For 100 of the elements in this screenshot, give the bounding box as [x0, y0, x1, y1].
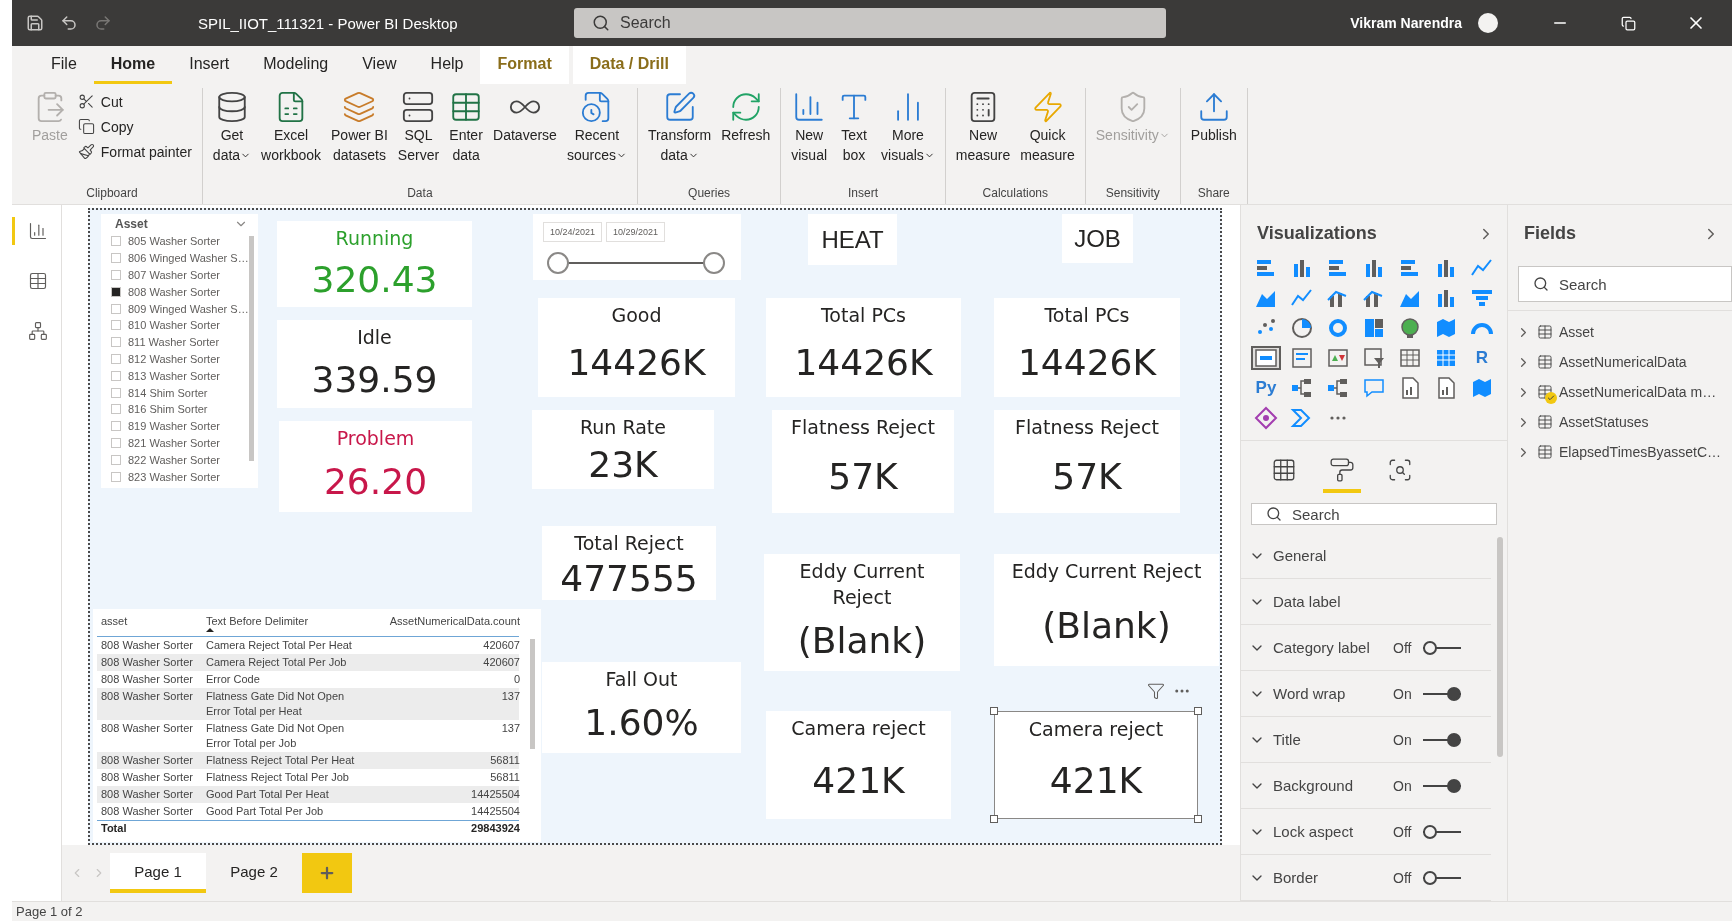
slicer-item[interactable]: 806 Winged Washer S… — [128, 252, 249, 265]
ribbon-button[interactable]: Text box — [833, 88, 876, 186]
card-visual[interactable]: Run Rate 23K — [532, 410, 714, 489]
checkbox[interactable] — [111, 253, 121, 264]
menu-tab[interactable]: View — [345, 46, 414, 84]
ribbon-button[interactable]: Cut — [73, 90, 196, 113]
visual-type-button[interactable]: Py — [1251, 376, 1281, 400]
section-label[interactable]: Category label — [1273, 639, 1393, 656]
slider-handle[interactable] — [547, 252, 569, 274]
field-table-item[interactable]: AssetNumericalData m… — [1559, 384, 1717, 400]
menu-tab[interactable]: File — [34, 46, 94, 84]
card-visual[interactable]: Fall Out 1.60% — [542, 662, 741, 753]
checkbox[interactable] — [111, 471, 121, 482]
card-visual[interactable]: Flatness Reject 57K — [994, 410, 1180, 513]
card-visual[interactable]: Total PCs 14426K — [766, 298, 961, 397]
section-label[interactable]: General — [1273, 547, 1393, 564]
slicer-item[interactable]: 821 Washer Sorter — [128, 436, 220, 449]
toggle-switch[interactable] — [1423, 778, 1461, 793]
search-field[interactable]: Search — [1251, 503, 1497, 525]
toggle-switch[interactable] — [1423, 824, 1461, 839]
checkbox[interactable] — [111, 303, 121, 314]
visual-type-button[interactable]: R — [1467, 346, 1497, 370]
slicer-item[interactable]: 805 Washer Sorter — [128, 235, 220, 248]
slicer-item[interactable]: 814 Shim Sorter — [128, 386, 208, 399]
slicer-item[interactable]: 812 Washer Sorter — [128, 352, 220, 365]
field-table-item[interactable]: Asset — [1559, 324, 1594, 340]
card-visual[interactable]: Problem 26.20 — [279, 421, 472, 512]
checkbox[interactable] — [111, 320, 121, 331]
slicer-item[interactable]: 810 Washer Sorter — [128, 319, 220, 332]
start-date-field[interactable]: 10/24/2021 — [543, 222, 603, 242]
visual-type-button[interactable] — [1251, 346, 1281, 370]
resize-handle[interactable] — [990, 815, 998, 823]
ribbon-button[interactable]: Refresh — [717, 88, 775, 186]
page-tab[interactable]: Page 1 — [110, 853, 206, 893]
card-visual[interactable]: Idle 339.59 — [277, 320, 472, 408]
checkbox[interactable] — [111, 387, 121, 398]
scrollbar[interactable] — [249, 236, 254, 461]
toggle-switch[interactable] — [1423, 870, 1461, 885]
menu-tab[interactable]: Format — [480, 46, 569, 84]
avatar[interactable] — [1478, 13, 1498, 33]
section-label[interactable]: Word wrap — [1273, 685, 1393, 702]
slicer-item[interactable]: 809 Winged Washer S… — [128, 302, 249, 315]
section-label[interactable]: Lock aspect — [1273, 823, 1393, 840]
redo-icon[interactable] — [94, 14, 112, 32]
field-table-item[interactable]: AssetNumericalData — [1559, 354, 1687, 370]
ribbon-button[interactable]: Excel workbook — [257, 88, 326, 186]
add-page-button[interactable] — [302, 853, 352, 893]
column-header[interactable]: asset — [97, 615, 202, 627]
card-visual[interactable]: Flatness Reject 57K — [772, 410, 954, 513]
slicer-item[interactable]: 816 Shim Sorter — [128, 403, 208, 416]
checkbox[interactable] — [111, 437, 121, 448]
ribbon-button[interactable]: Quick measure — [1016, 88, 1079, 186]
card-visual[interactable]: Eddy Current Reject (Blank) — [764, 554, 960, 671]
resize-handle[interactable] — [1194, 707, 1202, 715]
ribbon-button[interactable]: New measure — [951, 88, 1015, 186]
section-label[interactable]: Border — [1273, 869, 1393, 886]
ribbon-button[interactable]: Recent sources — [562, 88, 631, 186]
section-label[interactable]: Data label — [1273, 593, 1393, 610]
slicer-item[interactable]: 813 Washer Sorter — [128, 369, 220, 382]
slicer-item[interactable]: 808 Washer Sorter — [128, 285, 220, 298]
checkbox[interactable] — [111, 370, 121, 381]
section-label[interactable]: Background — [1273, 777, 1393, 794]
slider-handle[interactable] — [703, 252, 725, 274]
checkbox[interactable] — [111, 353, 121, 364]
card-visual[interactable]: Camera reject 421K — [766, 711, 951, 819]
column-header[interactable]: AssetNumericalData.count — [374, 615, 524, 627]
ribbon-button[interactable]: Dataverse — [489, 88, 561, 186]
ribbon-button[interactable]: Format painter — [73, 140, 196, 163]
search-field[interactable]: Search — [1518, 266, 1732, 302]
ribbon-button[interactable]: Transform data — [643, 88, 716, 186]
resize-handle[interactable] — [990, 707, 998, 715]
field-table-item[interactable]: AssetStatuses — [1559, 414, 1649, 430]
ribbon-button[interactable]: More visuals — [877, 88, 939, 186]
slicer-item[interactable]: 823 Washer Sorter — [128, 470, 220, 483]
checkbox[interactable] — [111, 337, 121, 348]
card-visual[interactable]: Good 14426K — [538, 298, 735, 397]
checkbox[interactable] — [111, 404, 121, 415]
search-field[interactable]: Search — [574, 8, 1166, 38]
checkbox[interactable] — [111, 421, 121, 432]
filter-icon[interactable] — [1147, 682, 1165, 700]
toggle-switch[interactable] — [1423, 686, 1461, 701]
undo-icon[interactable] — [60, 14, 78, 32]
slicer-item[interactable]: 822 Washer Sorter — [128, 453, 220, 466]
checkbox[interactable] — [111, 236, 121, 247]
slicer-item[interactable]: 819 Washer Sorter — [128, 420, 220, 433]
menu-tab[interactable]: Data / Drill — [572, 46, 686, 84]
toggle-switch[interactable] — [1423, 640, 1461, 655]
menu-tab[interactable]: Insert — [172, 46, 247, 84]
save-icon[interactable] — [26, 14, 44, 32]
menu-tab[interactable]: Help — [413, 46, 481, 84]
toggle-switch[interactable] — [1423, 732, 1461, 747]
page-tab[interactable]: Page 2 — [206, 853, 302, 893]
checkbox[interactable] — [111, 270, 121, 280]
card-visual[interactable]: Total PCs 14426K — [994, 298, 1180, 397]
ribbon-button[interactable]: Copy — [73, 115, 196, 138]
resize-handle[interactable] — [1194, 815, 1202, 823]
ribbon-button[interactable]: Get data — [208, 88, 256, 186]
checkbox[interactable] — [111, 286, 121, 297]
menu-tab[interactable]: Modeling — [246, 46, 346, 84]
slicer-item[interactable]: 811 Washer Sorter — [128, 336, 220, 349]
